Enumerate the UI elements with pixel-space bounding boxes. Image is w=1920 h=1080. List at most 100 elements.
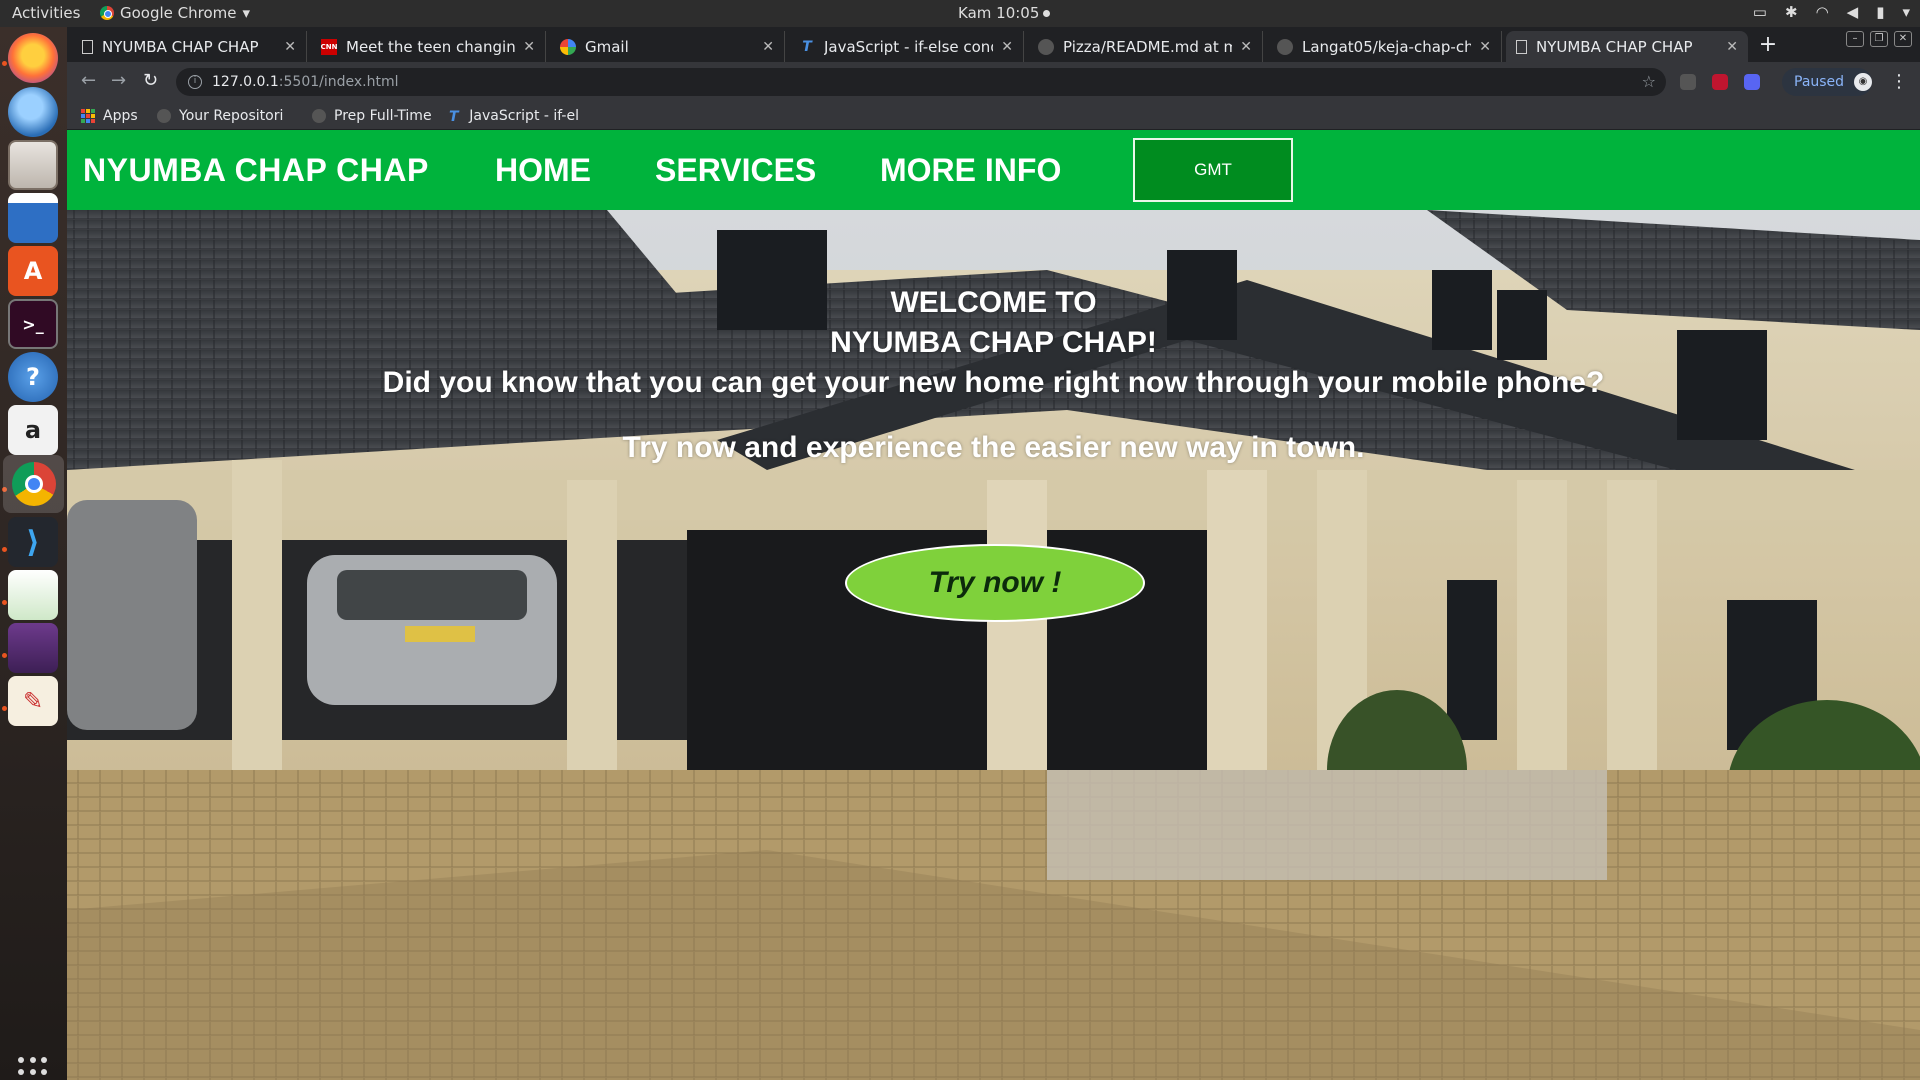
hero-welcome-line-1: WELCOME TO [890, 286, 1097, 319]
text-editor-icon[interactable]: ✎ [8, 676, 58, 726]
running-indicator [2, 61, 7, 66]
tab[interactable]: Langat05/keja-chap-chap ✕ [1267, 31, 1502, 62]
video-player-icon[interactable] [8, 623, 58, 673]
bookmark-star-icon[interactable]: ☆ [1642, 72, 1656, 91]
site-navbar: NYUMBA CHAP CHAP HOME SERVICES MORE INFO… [67, 130, 1920, 210]
system-tray[interactable]: ▭ ✱ ◠ ◀ ▮ ▾ [1753, 3, 1910, 21]
google-icon [560, 38, 576, 55]
recording-dot-icon [1043, 10, 1051, 17]
close-window-icon[interactable]: ✕ [1894, 31, 1912, 47]
close-icon[interactable]: ✕ [284, 39, 296, 55]
page-icon [82, 39, 93, 54]
github-icon [1277, 38, 1293, 55]
tab[interactable]: Pizza/README.md at mas ✕ [1028, 31, 1263, 62]
close-icon[interactable]: ✕ [1240, 39, 1252, 55]
gnome-top-bar: Activities Google Chrome ▾ Kam 10:05 ▭ ✱… [0, 0, 1920, 27]
wifi-icon: ◠ [1815, 3, 1829, 21]
slack-icon[interactable]: ✱ [1785, 3, 1798, 21]
restore-icon[interactable]: ❐ [1870, 31, 1888, 47]
tab[interactable]: Gmail ✕ [550, 31, 785, 62]
tab-title: JavaScript - if-else conditi [824, 37, 993, 56]
bookmarks-bar: Apps Your Repositori Prep Full-Time T Ja… [67, 103, 1920, 130]
vscode-icon[interactable]: ⟩ [8, 517, 58, 567]
chrome-logo-icon [11, 462, 56, 506]
bookmark-apps[interactable]: Apps [81, 108, 138, 124]
tab-title: Pizza/README.md at mas [1063, 37, 1233, 56]
software-center-icon[interactable]: A [8, 246, 58, 296]
help-icon[interactable]: ? [8, 352, 58, 402]
tab[interactable]: CNN Meet the teen changing th ✕ [311, 31, 546, 62]
bookmark-javascript[interactable]: T JavaScript - if-el [449, 108, 579, 124]
bookmark-label: JavaScript - if-el [469, 108, 579, 124]
web-page: NYUMBA CHAP CHAP HOME SERVICES MORE INFO… [67, 130, 1920, 1080]
github-icon [1038, 38, 1054, 55]
battery-icon: ▮ [1876, 3, 1885, 21]
ublock-icon[interactable] [1712, 74, 1728, 90]
apps-grid-icon [81, 109, 95, 123]
extension-icon[interactable] [1744, 74, 1760, 90]
url-path: :5501/index.html [278, 74, 399, 90]
close-icon[interactable]: ✕ [1479, 39, 1491, 55]
image-viewer-icon[interactable] [8, 570, 58, 620]
reload-icon[interactable]: ↻ [143, 70, 158, 91]
running-indicator [2, 653, 7, 658]
new-tab-button[interactable]: + [1753, 31, 1783, 61]
tab-title: Meet the teen changing th [346, 37, 516, 56]
tab-title: Gmail [585, 37, 629, 56]
clock-label: Kam 10:05 [958, 4, 1040, 22]
video-camera-icon[interactable]: ▭ [1753, 3, 1767, 21]
nav-services-link[interactable]: SERVICES [655, 152, 816, 189]
extension-icon[interactable] [1680, 74, 1696, 90]
volume-icon: ◀ [1846, 3, 1859, 21]
hero-tagline: Try now and experience the easier new wa… [622, 431, 1365, 464]
minimize-icon[interactable]: – [1846, 31, 1864, 47]
chrome-icon [100, 6, 114, 20]
running-indicator [2, 600, 7, 605]
files-icon[interactable] [8, 140, 58, 190]
tab-strip: NYUMBA CHAP CHAP ✕ CNN Meet the teen cha… [67, 27, 1920, 62]
power-menu-icon[interactable]: ▾ [1902, 3, 1910, 21]
tab[interactable]: T JavaScript - if-else conditi ✕ [789, 31, 1024, 62]
app-menu[interactable]: Google Chrome ▾ [100, 4, 250, 22]
js-icon: T [802, 38, 812, 55]
firefox-icon[interactable] [8, 33, 58, 83]
github-icon [157, 109, 171, 123]
app-menu-label: Google Chrome [120, 4, 237, 22]
github-icon [312, 109, 326, 123]
clock[interactable]: Kam 10:05 [958, 4, 1051, 22]
nav-more-info-link[interactable]: MORE INFO [880, 152, 1061, 189]
chrome-dock-icon[interactable] [3, 455, 64, 513]
profile-button[interactable]: Paused ◉ [1782, 68, 1872, 96]
tab-active[interactable]: NYUMBA CHAP CHAP ✕ [1506, 31, 1748, 62]
show-applications-icon[interactable] [18, 1057, 48, 1080]
hero-section: WELCOME TO NYUMBA CHAP CHAP! Did you kno… [67, 210, 1920, 1080]
site-info-icon[interactable]: i [188, 75, 202, 89]
thunderbird-icon[interactable] [8, 87, 58, 137]
avatar: ◉ [1854, 73, 1872, 91]
address-bar[interactable]: i 127.0.0.1:5501/index.html ☆ [176, 68, 1666, 96]
bookmark-label: Apps [103, 108, 138, 124]
gmt-button[interactable]: GMT [1133, 138, 1293, 202]
close-icon[interactable]: ✕ [762, 39, 774, 55]
writer-icon[interactable] [8, 193, 58, 243]
forward-arrow-icon[interactable]: → [111, 70, 126, 91]
activities-button[interactable]: Activities [12, 4, 80, 22]
try-now-button[interactable]: Try now ! [845, 544, 1145, 622]
nav-home-link[interactable]: HOME [495, 152, 591, 189]
close-icon[interactable]: ✕ [523, 39, 535, 55]
url-host: 127.0.0.1 [212, 74, 279, 90]
bookmark-label: Your Repositori [179, 108, 284, 124]
terminal-icon[interactable]: >_ [8, 299, 58, 349]
menu-kebab-icon[interactable]: ⋮ [1890, 71, 1908, 92]
close-icon[interactable]: ✕ [1001, 39, 1013, 55]
amazon-icon[interactable]: a [8, 405, 58, 455]
window-controls: – ❐ ✕ [1846, 31, 1912, 47]
tab[interactable]: NYUMBA CHAP CHAP ✕ [72, 31, 307, 62]
bookmark-prep-full-time[interactable]: Prep Full-Time [312, 108, 432, 124]
hero-welcome-line-2: NYUMBA CHAP CHAP! [830, 326, 1157, 359]
bookmark-repositories[interactable]: Your Repositori [157, 108, 297, 124]
close-icon[interactable]: ✕ [1726, 39, 1738, 55]
back-arrow-icon[interactable]: ← [81, 70, 96, 91]
site-brand[interactable]: NYUMBA CHAP CHAP [83, 152, 429, 189]
running-indicator [2, 547, 7, 552]
